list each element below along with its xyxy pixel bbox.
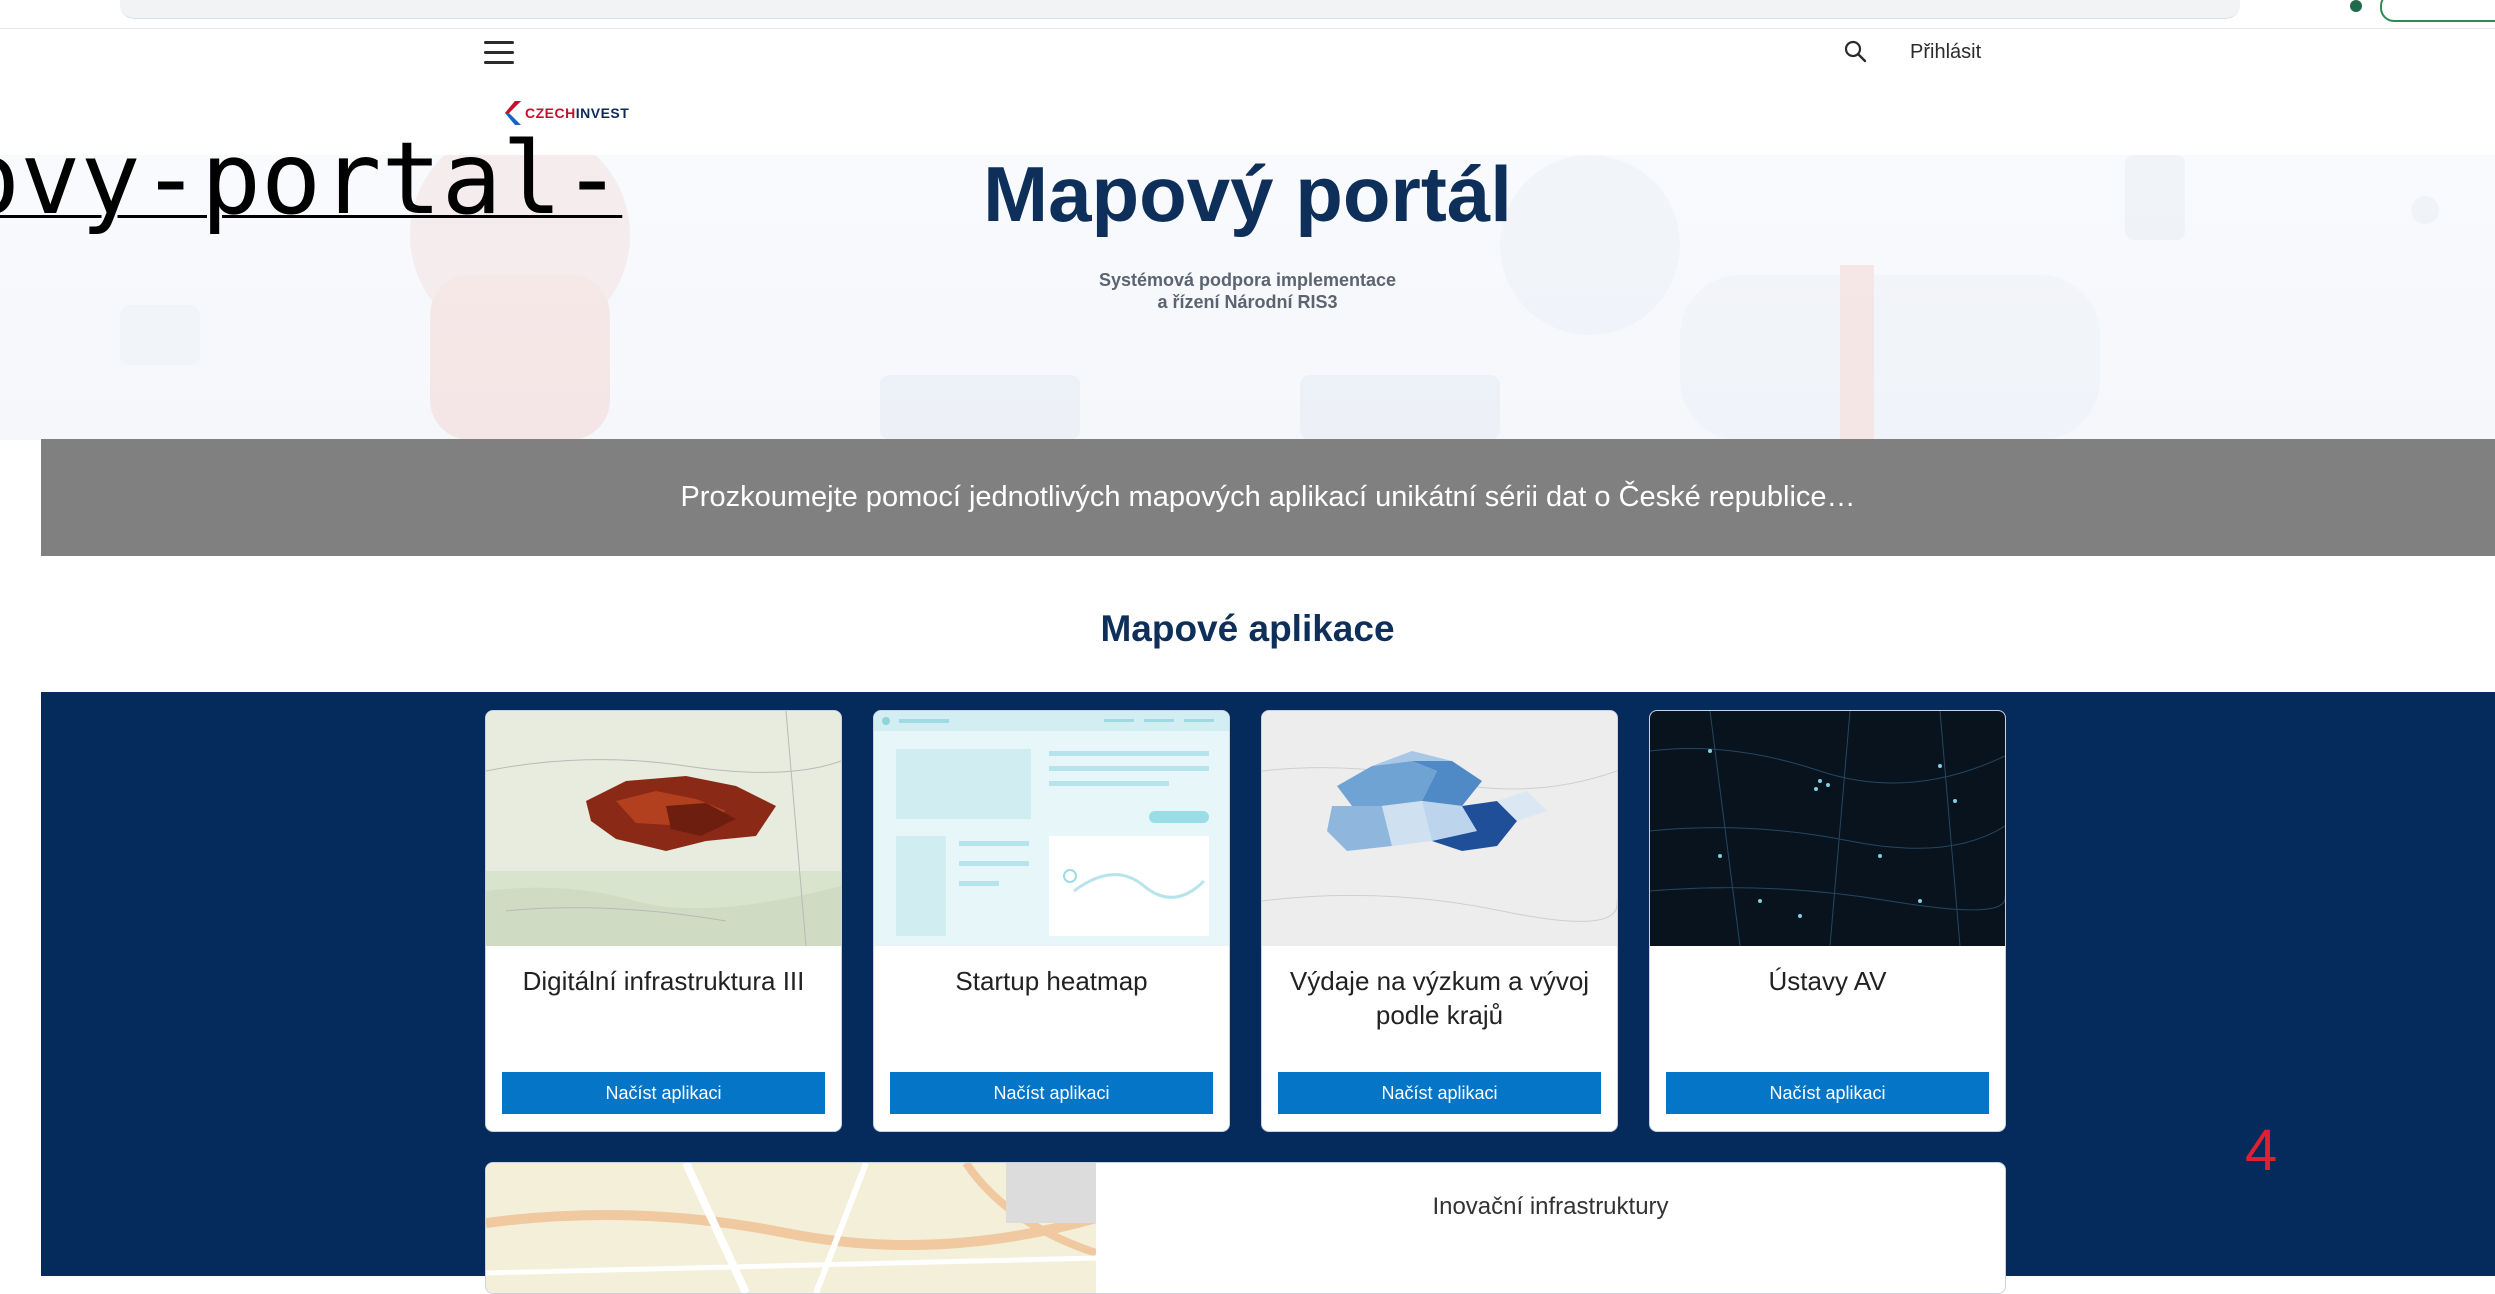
url-text-overlay: ovy-portal- [0,120,660,250]
browser-toolbar-remnant [2350,0,2495,22]
card-thumbnail-dashboard [874,711,1229,946]
card-title: Startup heatmap [955,966,1148,996]
app-card-digital-infrastructure[interactable]: Digitální infrastruktura III Načíst apli… [485,710,842,1132]
banner-text: Prozkoumejte pomocí jednotlivých mapovýc… [680,481,1856,513]
intro-banner: Prozkoumejte pomocí jednotlivých mapovýc… [41,439,2495,556]
card-thumbnail-map-broadband [486,711,841,946]
load-app-button[interactable]: Načíst aplikaci [1666,1072,1989,1114]
apps-section-title: Mapové aplikace [1100,608,1395,649]
load-app-button[interactable]: Načíst aplikaci [890,1072,1213,1114]
load-app-button[interactable]: Načíst aplikaci [1278,1072,1601,1114]
hero-subtitle-line-2: a řízení Národní RIS3 [1157,292,1338,312]
card-thumbnail-map-dark [1650,711,2005,946]
browser-pill-button[interactable] [2380,0,2495,22]
hero-subtitle-line-1: Systémová podpora implementace [1098,270,1397,290]
url-fragment: ovy-portal- [0,120,623,237]
app-card-innovation-infrastructure[interactable]: Inovační infrastruktury [485,1162,2006,1294]
hamburger-menu-icon[interactable] [484,41,514,65]
load-app-button[interactable]: Načíst aplikaci [502,1072,825,1114]
logo-text: CZECHINVEST [525,105,630,121]
card-title: Ústavy AV [1768,966,1887,996]
card-thumbnail-map-regions [1262,711,1617,946]
profile-dot [2350,0,2362,12]
card-title: Výdaje na výzkum a vývoj podle krajů [1289,966,1590,1030]
browser-address-bar-remnant [120,0,2240,19]
app-card-startup-heatmap[interactable]: Startup heatmap Načíst aplikaci [873,710,1230,1132]
app-card-research-spending[interactable]: Výdaje na výzkum a vývoj podle krajů Nač… [1261,710,1618,1132]
search-icon[interactable] [1843,39,1869,65]
site-header: Přihlásit [0,28,2495,75]
wide-card-thumbnail-street-map [486,1163,1096,1293]
app-card-academy-institutes[interactable]: Ústavy AV Načíst aplikaci [1649,710,2006,1132]
login-link[interactable]: Přihlásit [1910,41,1981,64]
card-title: Inovační infrastruktury [1432,1193,1669,1220]
annotation-number: 4 [2245,1118,2278,1183]
card-title: Digitální infrastruktura III [522,966,805,996]
